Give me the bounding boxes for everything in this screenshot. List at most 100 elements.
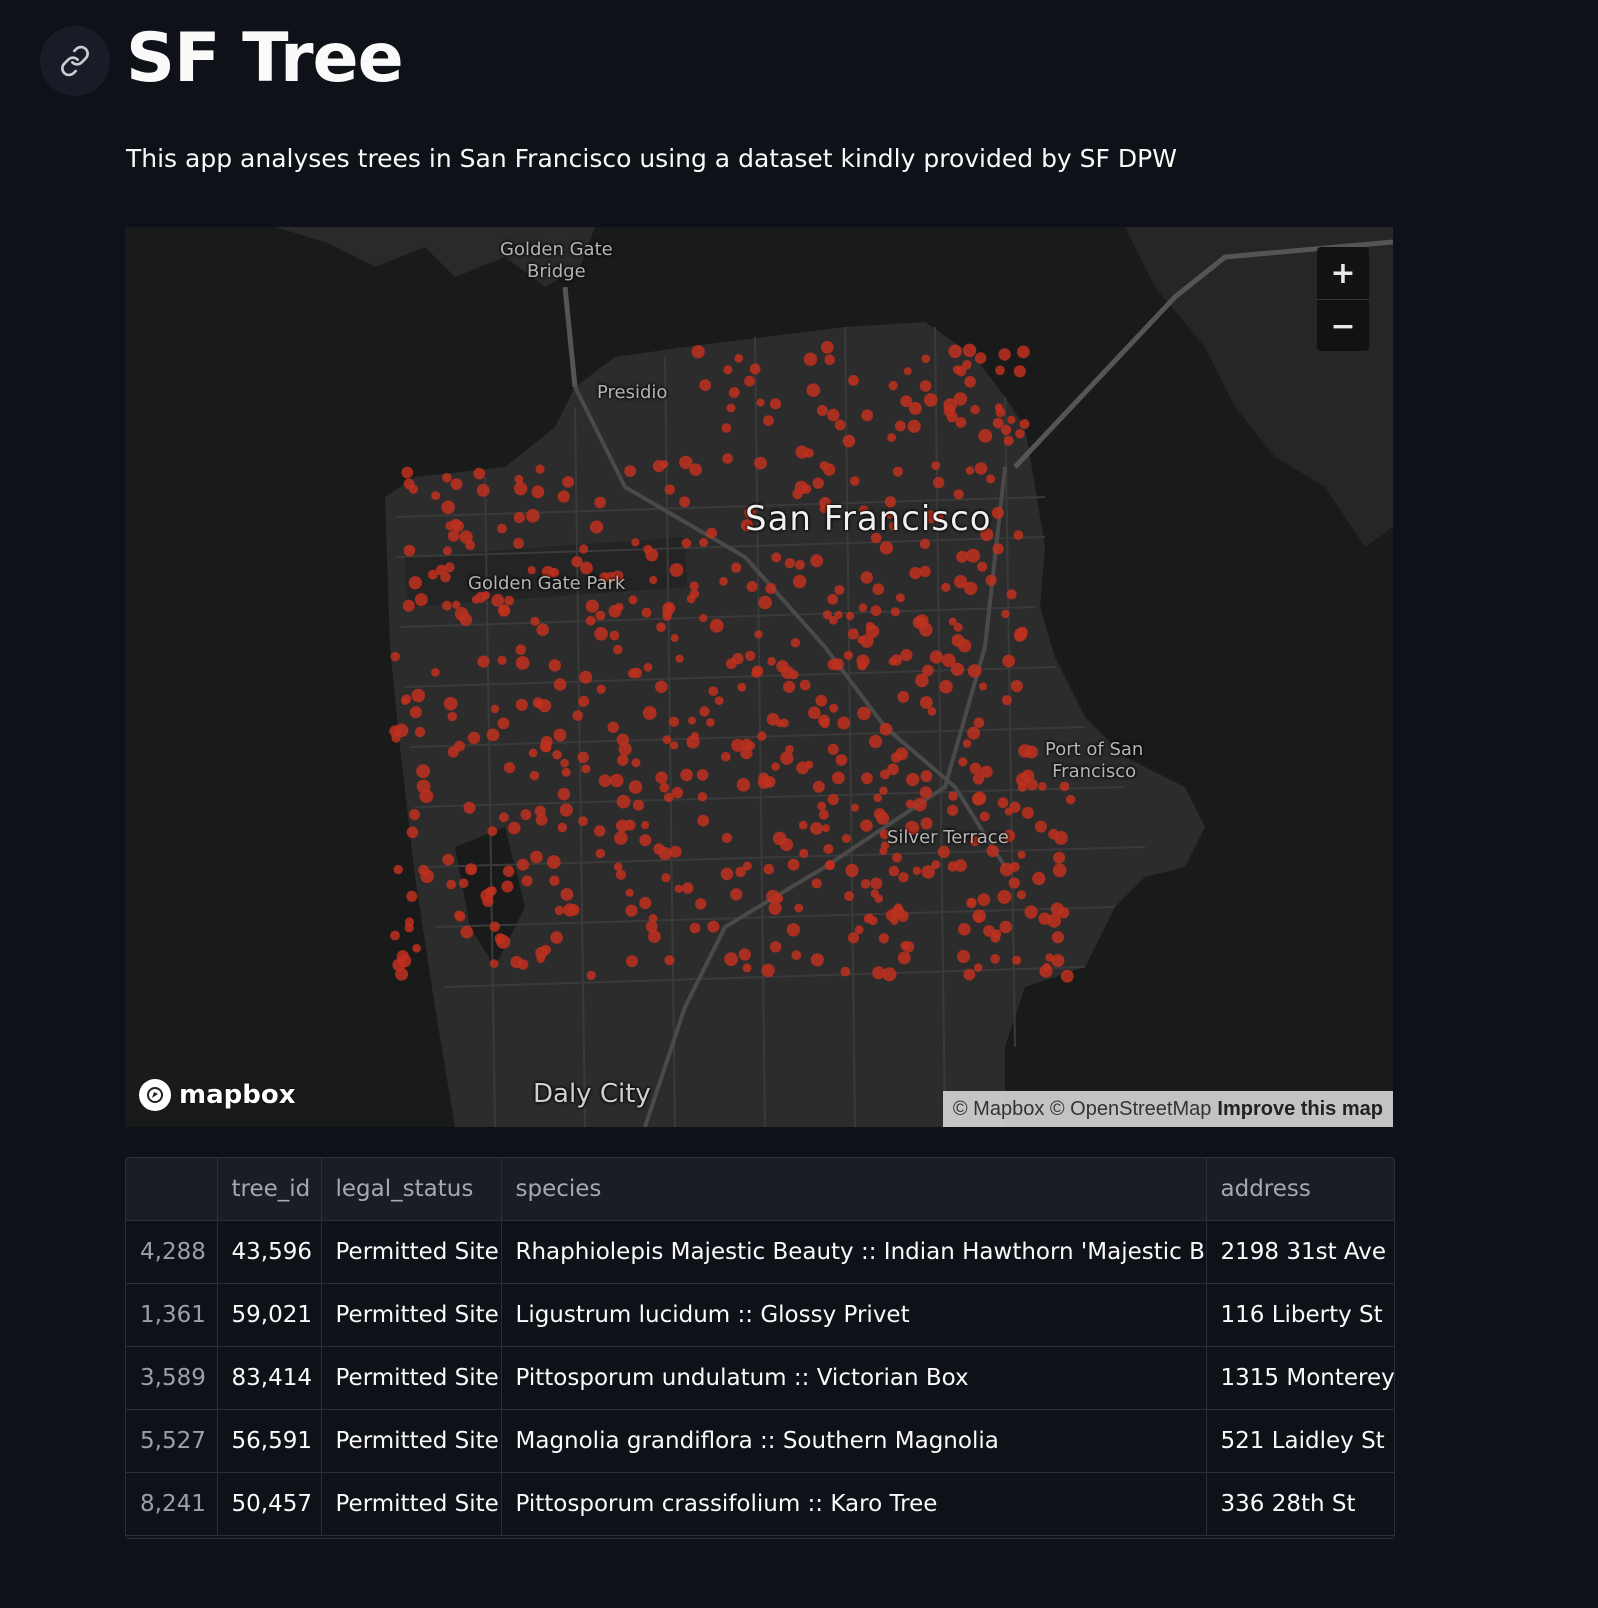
tree-point <box>1008 877 1020 889</box>
column-header-species[interactable]: species <box>501 1158 1207 1221</box>
anchor-link-button[interactable] <box>40 26 110 96</box>
tree-point <box>659 782 670 793</box>
tree-point <box>497 655 507 665</box>
zoom-out-button[interactable]: − <box>1317 299 1369 352</box>
tree-point <box>390 651 400 662</box>
tree-point <box>530 616 540 626</box>
tree-point <box>1042 963 1051 972</box>
tree-point <box>974 352 987 364</box>
tree-point <box>741 738 753 750</box>
tree-point <box>1066 794 1076 805</box>
tree-point <box>643 662 653 672</box>
data-table[interactable]: tree_id legal_status species address 4,2… <box>125 1157 1395 1539</box>
tree-point <box>827 793 839 806</box>
table-row[interactable]: 3,589 83,414 Permitted Site Pittosporum … <box>126 1346 1394 1410</box>
tree-point <box>845 863 859 878</box>
tree-point <box>454 910 464 921</box>
tree-point <box>490 704 500 714</box>
map-view[interactable]: Golden Gate Bridge Presidio San Francisc… <box>125 227 1393 1127</box>
map-label-golden-gate-bridge: Golden Gate Bridge <box>500 239 613 282</box>
tree-point <box>540 944 551 955</box>
tree-point <box>709 618 724 633</box>
tree-point <box>969 762 982 775</box>
tree-point <box>931 860 941 869</box>
column-header-legal-status[interactable]: legal_status <box>321 1158 502 1221</box>
tree-point <box>977 561 988 572</box>
tree-point <box>411 688 426 703</box>
tree-point <box>482 895 494 908</box>
tree-point <box>857 706 871 721</box>
tree-point <box>978 429 993 443</box>
tree-point <box>507 821 521 835</box>
tree-point <box>559 803 573 817</box>
tree-point <box>501 880 514 893</box>
tree-point <box>915 673 929 688</box>
tree-point <box>706 527 717 539</box>
tree-point <box>861 772 873 785</box>
tree-point <box>572 710 583 721</box>
tree-point <box>632 799 644 811</box>
column-header-index[interactable] <box>126 1158 218 1221</box>
tree-point <box>977 893 991 906</box>
table-row[interactable]: 5,527 56,591 Permitted Site Magnolia gra… <box>126 1409 1394 1473</box>
attribution-text[interactable]: © Mapbox © OpenStreetMap <box>953 1098 1212 1120</box>
tree-point <box>821 824 830 833</box>
zoom-control: + − <box>1317 247 1369 351</box>
tree-point <box>879 786 888 795</box>
tree-point <box>578 816 588 826</box>
tree-point <box>1010 680 1023 693</box>
tree-point <box>920 770 933 783</box>
tree-point <box>955 417 967 428</box>
tree-point <box>810 953 824 967</box>
tree-point <box>967 664 982 678</box>
column-header-tree-id[interactable]: tree_id <box>217 1158 322 1221</box>
tree-point <box>842 434 856 448</box>
tree-point <box>553 728 567 742</box>
tree-point <box>972 792 985 806</box>
zoom-in-button[interactable]: + <box>1317 247 1369 299</box>
tree-point <box>768 901 782 915</box>
improve-map-link[interactable]: Improve this map <box>1217 1098 1383 1120</box>
tree-point <box>699 538 709 547</box>
tree-point <box>515 656 530 670</box>
tree-point <box>596 684 606 694</box>
table-row[interactable]: 8,241 50,457 Permitted Site Pittosporum … <box>126 1472 1394 1536</box>
tree-point <box>546 855 561 869</box>
tree-point <box>787 858 800 871</box>
tree-point <box>792 488 803 500</box>
tree-point <box>535 464 545 474</box>
tree-point <box>550 931 563 944</box>
tree-point <box>812 477 824 489</box>
tree-point <box>463 801 476 814</box>
tree-point <box>844 891 855 902</box>
tree-point <box>707 920 720 933</box>
tree-point <box>554 905 564 916</box>
tree-point <box>958 639 972 653</box>
tree-point <box>919 786 933 799</box>
tree-point <box>613 862 623 871</box>
tree-point <box>577 751 589 763</box>
tree-point <box>919 380 932 392</box>
tree-point <box>771 762 780 771</box>
cell-tree-id: 50,457 <box>217 1472 322 1536</box>
tree-point <box>799 679 811 691</box>
tree-point <box>408 576 422 590</box>
table-row[interactable]: 1,361 59,021 Permitted Site Ligustrum lu… <box>126 1283 1394 1347</box>
tree-point <box>861 409 874 422</box>
tree-point <box>504 595 515 606</box>
mapbox-logo[interactable]: mapbox <box>139 1079 296 1111</box>
tree-point <box>812 780 825 793</box>
tree-point <box>671 786 684 799</box>
tree-point <box>887 433 896 442</box>
column-header-address[interactable]: address <box>1206 1158 1394 1221</box>
tree-point <box>669 563 684 577</box>
tree-point <box>962 739 972 748</box>
cell-species: Rhaphiolepis Majestic Beauty :: Indian H… <box>501 1220 1207 1284</box>
tree-point <box>639 834 652 847</box>
tree-point <box>948 791 958 801</box>
table-row[interactable]: 4,288 43,596 Permitted Site Rhaphiolepis… <box>126 1220 1394 1284</box>
tree-point <box>721 751 731 762</box>
tree-point <box>553 678 567 691</box>
tree-point <box>1012 955 1022 965</box>
tree-point <box>997 889 1012 904</box>
